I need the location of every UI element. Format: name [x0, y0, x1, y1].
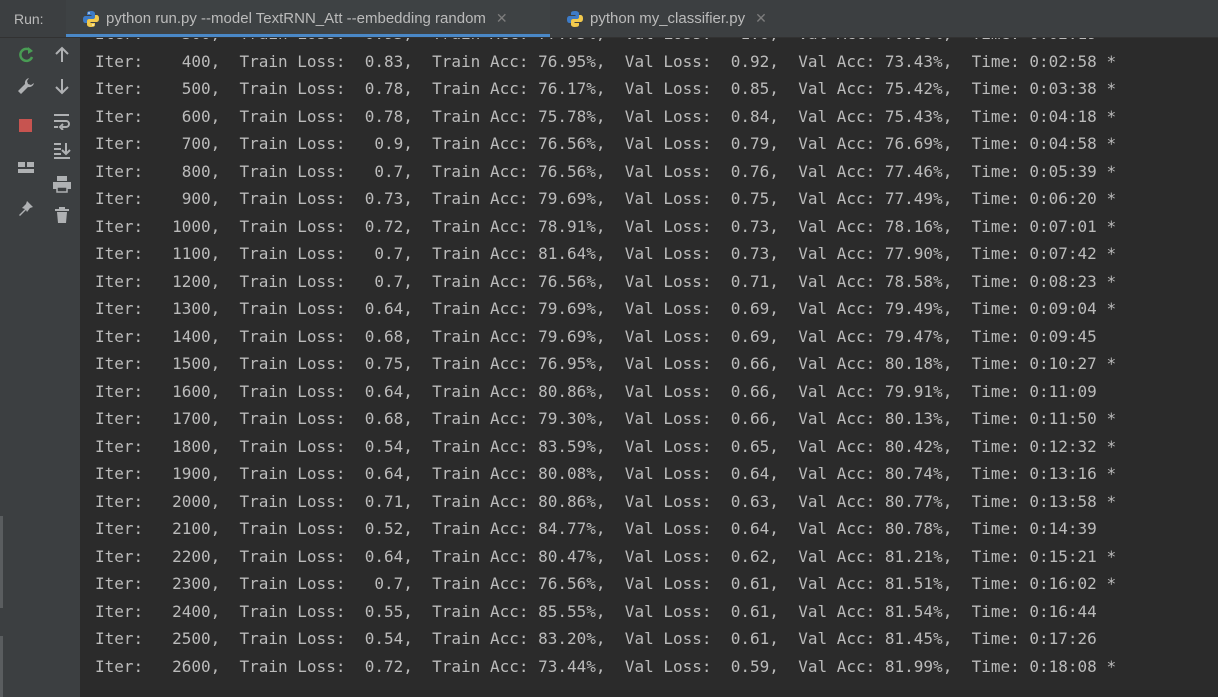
wrench-icon[interactable]	[14, 74, 38, 98]
python-icon	[567, 10, 583, 27]
console-line: Iter: 1400, Train Loss: 0.68, Train Acc:…	[95, 326, 1097, 346]
close-icon[interactable]: ✕	[755, 10, 767, 27]
console-line: Iter: 700, Train Loss: 0.9, Train Acc: 7…	[95, 134, 1117, 153]
run-toolbar-secondary	[44, 38, 81, 697]
console-line: Iter: 2000, Train Loss: 0.71, Train Acc:…	[95, 491, 1117, 511]
console-line: Iter: 2100, Train Loss: 0.52, Train Acc:…	[95, 519, 1097, 538]
console-line: Iter: 500, Train Loss: 0.78, Train Acc: …	[95, 79, 1117, 98]
console-line: Iter: 2600, Train Loss: 0.72, Train Acc:…	[95, 656, 1117, 676]
tab-run-textrnn[interactable]: python run.py --model TextRNN_Att --embe…	[66, 0, 550, 37]
run-tabbar: Run: python run.py --model TextRNN_Att -…	[0, 0, 1218, 38]
scroll-to-end-icon[interactable]	[50, 138, 74, 162]
tab-my-classifier[interactable]: python my_classifier.py ✕	[550, 0, 777, 37]
run-label: Run:	[14, 10, 44, 27]
run-toolbar-primary	[0, 38, 45, 697]
console-line: Iter: 2400, Train Loss: 0.55, Train Acc:…	[95, 601, 1097, 621]
console-line: Iter: 300, Train Loss: 0.93, Train Acc: …	[95, 38, 1116, 48]
console-output[interactable]: Iter: 300, Train Loss: 0.93, Train Acc: …	[81, 38, 1218, 697]
console-line: Iter: 1200, Train Loss: 0.7, Train Acc: …	[95, 271, 1117, 291]
console-line: Iter: 400, Train Loss: 0.83, Train Acc: …	[95, 51, 1117, 71]
trash-icon[interactable]	[50, 203, 74, 227]
console-line: Iter: 1100, Train Loss: 0.7, Train Acc: …	[95, 244, 1117, 263]
soft-wrap-icon[interactable]	[50, 109, 74, 133]
console-line: Iter: 1600, Train Loss: 0.64, Train Acc:…	[95, 381, 1097, 401]
console-line: Iter: 1300, Train Loss: 0.64, Train Acc:…	[95, 299, 1117, 318]
print-icon[interactable]	[50, 172, 74, 196]
python-icon	[83, 10, 99, 27]
arrow-down-icon[interactable]	[50, 74, 74, 98]
console-line: Iter: 2500, Train Loss: 0.54, Train Acc:…	[95, 629, 1097, 648]
console-lines: Iter: 300, Train Loss: 0.93, Train Acc: …	[95, 38, 1116, 680]
console-line: Iter: 900, Train Loss: 0.73, Train Acc: …	[95, 189, 1117, 208]
arrow-up-icon[interactable]	[50, 43, 74, 67]
stop-icon[interactable]	[14, 114, 38, 138]
pin-icon[interactable]	[14, 196, 38, 220]
close-icon[interactable]: ✕	[496, 10, 508, 27]
console-line: Iter: 1500, Train Loss: 0.75, Train Acc:…	[95, 354, 1117, 373]
side-panel-edge[interactable]	[0, 636, 3, 697]
side-panel-edge[interactable]	[0, 516, 3, 608]
layout-icon[interactable]	[14, 156, 38, 180]
console-line: Iter: 600, Train Loss: 0.78, Train Acc: …	[95, 106, 1117, 126]
console-line: Iter: 2300, Train Loss: 0.7, Train Acc: …	[95, 574, 1117, 593]
tab-label: python my_classifier.py	[590, 10, 746, 27]
console-line: Iter: 1900, Train Loss: 0.64, Train Acc:…	[95, 464, 1117, 483]
console-line: Iter: 2200, Train Loss: 0.64, Train Acc:…	[95, 546, 1117, 566]
console-line: Iter: 1800, Train Loss: 0.54, Train Acc:…	[95, 436, 1117, 456]
tab-label: python run.py --model TextRNN_Att --embe…	[106, 10, 486, 27]
console-line: Iter: 1000, Train Loss: 0.72, Train Acc:…	[95, 216, 1117, 236]
console-line: Iter: 800, Train Loss: 0.7, Train Acc: 7…	[95, 161, 1117, 181]
console-line: Iter: 1700, Train Loss: 0.68, Train Acc:…	[95, 409, 1117, 428]
rerun-icon[interactable]	[14, 43, 38, 67]
